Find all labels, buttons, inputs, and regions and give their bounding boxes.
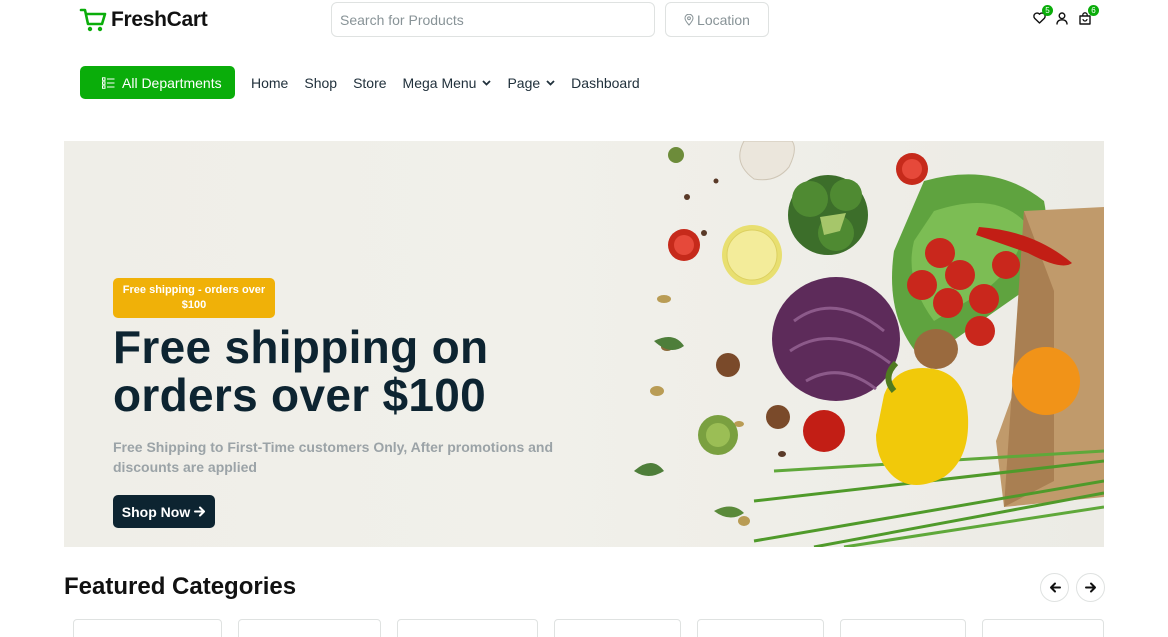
arrow-right-icon xyxy=(1084,582,1096,593)
featured-categories-title: Featured Categories xyxy=(64,573,297,600)
hero-description: Free Shipping to First-Time customers On… xyxy=(113,439,554,475)
cart-button[interactable]: 6 xyxy=(1078,5,1099,28)
nav-item-page[interactable]: Page xyxy=(507,75,555,91)
carousel-controls xyxy=(1040,573,1105,602)
category-card[interactable] xyxy=(697,619,824,637)
user-icon xyxy=(1056,11,1068,25)
search-box[interactable] xyxy=(331,2,655,37)
nav-item-label: Mega Menu xyxy=(402,74,477,91)
arrow-left-icon xyxy=(1049,582,1061,593)
logo-text: FreshCart xyxy=(111,8,208,31)
category-card[interactable] xyxy=(554,619,681,637)
category-card[interactable] xyxy=(238,619,381,637)
cart-logo-icon xyxy=(79,8,107,32)
wishlist-count-badge: 5 xyxy=(1042,5,1053,16)
list-icon xyxy=(102,76,115,89)
nav-item-label: Shop xyxy=(304,74,338,91)
map-pin-icon xyxy=(684,13,694,26)
category-card[interactable] xyxy=(982,619,1104,637)
nav-item-label: Dashboard xyxy=(571,74,640,91)
wishlist-button[interactable]: 5 xyxy=(1032,5,1053,28)
category-card[interactable] xyxy=(73,619,222,637)
all-departments-label: All Departments xyxy=(122,74,222,91)
location-button[interactable]: Location xyxy=(665,2,769,37)
hero-badge: Free shipping - orders over $100 xyxy=(113,278,275,318)
hero-title: Free shipping on orders over $100 xyxy=(113,321,489,421)
nav-item-store[interactable]: Store xyxy=(353,75,386,91)
category-card[interactable] xyxy=(840,619,966,637)
all-departments-button[interactable]: All Departments xyxy=(80,66,235,99)
category-card[interactable] xyxy=(397,619,538,637)
nav-item-dashboard[interactable]: Dashboard xyxy=(571,75,640,91)
carousel-next-button[interactable] xyxy=(1076,573,1105,602)
location-label: Location xyxy=(697,11,750,28)
search-input[interactable] xyxy=(340,11,646,28)
shop-now-label: Shop Now xyxy=(121,503,191,520)
chevron-down-icon xyxy=(482,79,492,86)
category-carousel xyxy=(73,619,1104,637)
nav-item-home[interactable]: Home xyxy=(251,75,288,91)
nav-item-mega-menu[interactable]: Mega Menu xyxy=(403,75,492,91)
vegetables-image xyxy=(634,141,1104,547)
logo[interactable]: FreshCart xyxy=(79,6,208,34)
nav-item-label: Store xyxy=(353,74,387,91)
nav-item-label: Home xyxy=(251,74,289,91)
chevron-down-icon xyxy=(546,79,555,86)
carousel-prev-button[interactable] xyxy=(1040,573,1069,602)
hero-banner: Free shipping - orders over $100 Free sh… xyxy=(64,141,1104,547)
cart-count-badge: 6 xyxy=(1088,5,1099,16)
shop-now-button[interactable]: Shop Now xyxy=(113,495,215,528)
nav-item-label: Page xyxy=(507,74,541,91)
arrow-right-icon xyxy=(194,506,206,517)
header-actions: 5 6 xyxy=(1032,5,1099,28)
main-nav: Home Shop Store Mega Menu Page Dashboard xyxy=(251,66,640,99)
account-button[interactable] xyxy=(1055,8,1069,28)
nav-item-shop[interactable]: Shop xyxy=(304,75,337,91)
